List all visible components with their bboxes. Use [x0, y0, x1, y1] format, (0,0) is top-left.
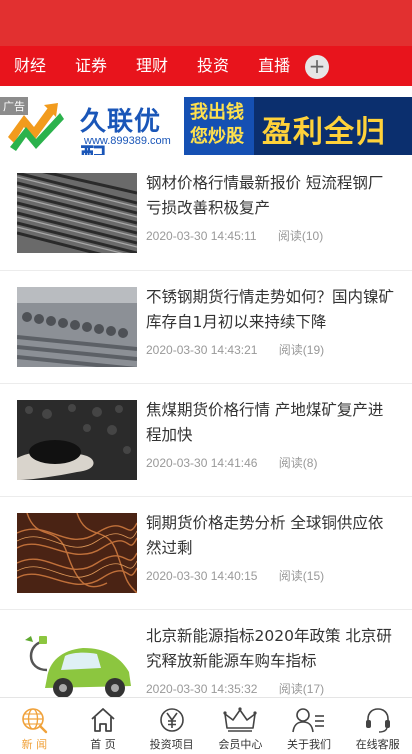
headset-icon	[365, 708, 390, 733]
yen-icon	[159, 708, 184, 732]
article-title[interactable]: 钢材价格行情最新报价 短流程钢厂亏损改善积极复产	[146, 171, 398, 221]
steel-bars-image	[17, 287, 137, 367]
article-thumbnail	[17, 513, 137, 593]
article-date: 2020-03-30 14:41:46	[146, 456, 258, 470]
ad-url: www.899389.com	[84, 135, 171, 147]
tab-label: 关于我们	[287, 738, 332, 751]
article-thumbnail	[17, 400, 137, 480]
list-item[interactable]: 钢材价格行情最新报价 短流程钢厂亏损改善积极复产 2020-03-30 14:4…	[0, 157, 412, 270]
article-thumbnail	[17, 626, 137, 706]
tab-label: 在线客服	[355, 738, 400, 751]
article-reads: 阅读(17)	[278, 682, 325, 696]
list-item[interactable]: 焦煤期货价格行情 产地煤矿复产进程加快 2020-03-30 14:41:46 …	[0, 383, 412, 496]
tab-news[interactable]: 新 闻	[0, 698, 69, 754]
ad-slogan: 盈利全归您	[262, 115, 386, 150]
article-thumbnail	[17, 287, 137, 367]
ad-offer-line1: 我出钱	[190, 102, 244, 123]
article-meta: 2020-03-30 14:41:46 阅读(8)	[146, 454, 317, 471]
news-list: 钢材价格行情最新报价 短流程钢厂亏损改善积极复产 2020-03-30 14:4…	[0, 157, 412, 722]
globe-icon	[22, 708, 48, 734]
article-title[interactable]: 北京新能源指标2020年政策 北京研究释放新能源车购车指标	[146, 624, 398, 674]
ad-offer-line2: 您炒股	[190, 126, 244, 147]
article-thumbnail	[17, 173, 137, 253]
crown-icon	[223, 707, 257, 732]
article-reads: 阅读(8)	[278, 456, 318, 470]
list-item[interactable]: 不锈钢期货行情走势如何？国内镍矿库存自1月初以来持续下降 2020-03-30 …	[0, 270, 412, 383]
rebar-bundle-image	[17, 173, 137, 253]
article-date: 2020-03-30 14:45:11	[146, 229, 257, 243]
ad-slogan-panel: 盈利全归您	[254, 97, 412, 155]
article-reads: 阅读(19)	[278, 343, 325, 357]
tab-membership[interactable]: 会员中心	[206, 698, 275, 754]
nav-item-investment[interactable]: 投资	[197, 46, 229, 86]
category-nav: 财经 证券 理财 投资 直播 +	[0, 46, 412, 86]
article-meta: 2020-03-30 14:43:21 阅读(19)	[146, 341, 324, 358]
article-reads: 阅读(15)	[278, 569, 325, 583]
article-reads: 阅读(10)	[277, 229, 324, 243]
tab-support[interactable]: 在线客服	[343, 698, 412, 754]
tab-label: 会员中心	[218, 738, 263, 751]
article-date: 2020-03-30 14:35:32	[146, 682, 258, 696]
profile-card-icon	[292, 708, 325, 733]
tab-label: 投资项目	[149, 738, 194, 751]
article-meta: 2020-03-30 14:45:11 阅读(10)	[146, 227, 323, 244]
nav-item-wealth[interactable]: 理财	[136, 46, 168, 86]
nav-item-live[interactable]: 直播	[258, 46, 290, 86]
article-date: 2020-03-30 14:43:21	[146, 343, 258, 357]
article-title[interactable]: 不锈钢期货行情走势如何？国内镍矿库存自1月初以来持续下降	[146, 285, 398, 335]
bottom-tab-bar: 新 闻 首 页 投资项目 会员中心 关于我们 在线客服	[0, 697, 412, 754]
nav-item-securities[interactable]: 证券	[75, 46, 107, 86]
ad-tag: 广告	[0, 97, 28, 115]
article-meta: 2020-03-30 14:35:32 阅读(17)	[146, 680, 324, 697]
article-meta: 2020-03-30 14:40:15 阅读(15)	[146, 567, 324, 584]
ad-offer-text: 我出钱 您炒股	[190, 101, 244, 149]
tab-about[interactable]: 关于我们	[275, 698, 344, 754]
article-title[interactable]: 焦煤期货价格行情 产地煤矿复产进程加快	[146, 398, 398, 448]
home-icon	[91, 708, 115, 732]
add-category-button[interactable]: +	[305, 55, 329, 79]
copper-wire-image	[17, 513, 137, 593]
green-ev-car-image	[17, 626, 137, 706]
tab-label: 首 页	[90, 738, 116, 751]
ad-offer-panel: 我出钱 您炒股	[184, 97, 254, 155]
ad-banner[interactable]: 久联优配 www.899389.com 广告 我出钱 您炒股 盈利全归您	[0, 97, 412, 155]
top-header-bar	[0, 0, 412, 46]
nav-item-finance[interactable]: 财经	[14, 46, 46, 86]
article-title[interactable]: 铜期货价格走势分析 全球铜供应依然过剩	[146, 511, 398, 561]
tab-home[interactable]: 首 页	[69, 698, 138, 754]
tab-projects[interactable]: 投资项目	[137, 698, 206, 754]
tab-label: 新 闻	[21, 738, 48, 751]
article-date: 2020-03-30 14:40:15	[146, 569, 258, 583]
list-item[interactable]: 铜期货价格走势分析 全球铜供应依然过剩 2020-03-30 14:40:15 …	[0, 496, 412, 609]
coal-in-hand-image	[17, 400, 137, 480]
